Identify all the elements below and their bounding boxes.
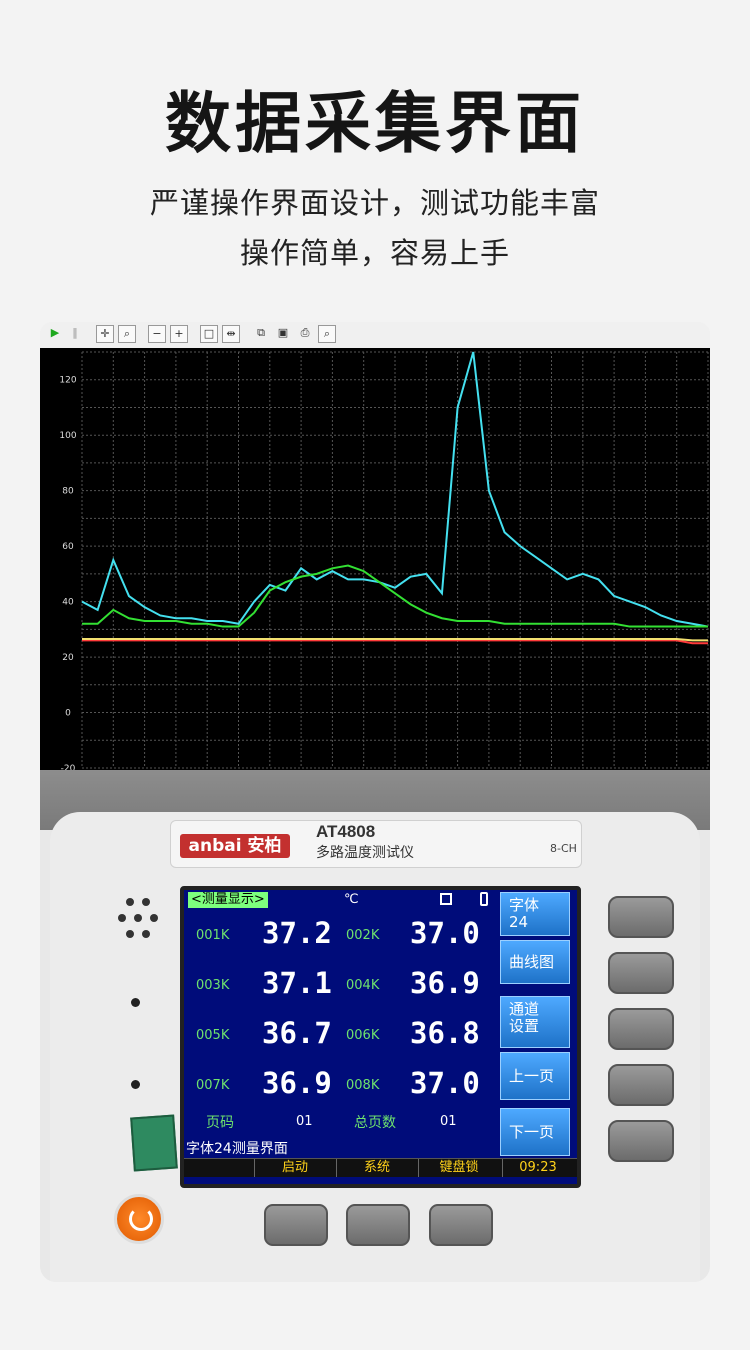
led-indicator <box>131 1080 140 1089</box>
bottom-key-2[interactable] <box>346 1204 410 1246</box>
system-function[interactable]: 系统 <box>336 1159 417 1177</box>
hardware-key-4[interactable] <box>608 1064 674 1106</box>
channel-value: 37.2 <box>262 916 332 950</box>
led-indicator <box>131 998 140 1007</box>
page-value: 01 <box>296 1114 313 1129</box>
total-pages-value: 01 <box>440 1114 457 1129</box>
preview-icon[interactable]: ⌕ <box>318 325 336 343</box>
channel-value: 36.8 <box>410 1016 480 1050</box>
battery-icon <box>480 892 488 906</box>
pause-icon[interactable]: ‖ <box>66 325 84 343</box>
pan-icon[interactable]: ✛ <box>96 325 114 343</box>
hardware-key-3[interactable] <box>608 1008 674 1050</box>
y-tick-label: 80 <box>62 487 74 497</box>
bottom-key-1[interactable] <box>264 1204 328 1246</box>
channel-count: 8-CH <box>550 842 577 855</box>
clock: 09:23 <box>502 1159 573 1177</box>
softkey-channel-setup[interactable]: 通道 设置 <box>500 996 570 1048</box>
model-number: AT4808 <box>316 822 376 841</box>
status-line: 字体24测量界面 <box>186 1141 288 1157</box>
play-icon[interactable]: ▶ <box>46 325 64 343</box>
zoom-area-icon[interactable]: ⌕ <box>118 325 136 343</box>
start-function[interactable]: 启动 <box>254 1159 335 1177</box>
channel-label: 003K <box>196 978 230 993</box>
bottom-key-3[interactable] <box>429 1204 493 1246</box>
hardware-key-1[interactable] <box>608 896 674 938</box>
print-icon[interactable]: ⎙ <box>296 325 314 343</box>
channel-label: 005K <box>196 1028 230 1043</box>
select-icon[interactable]: □ <box>200 325 218 343</box>
total-pages-label: 总页数 <box>354 1115 396 1131</box>
subtitle-line-2: 操作简单，容易上手 <box>239 236 510 270</box>
speaker-grille <box>116 896 160 942</box>
page-label: 页码 <box>206 1115 234 1131</box>
channel-label: 007K <box>196 1078 230 1093</box>
channel-value: 37.1 <box>262 966 332 1000</box>
softkey-next-page[interactable]: 下一页 <box>500 1108 570 1156</box>
brand-logo: anbai 安柏 <box>180 834 290 858</box>
power-button[interactable] <box>114 1194 164 1244</box>
channel-value: 37.0 <box>410 1066 480 1100</box>
instrument-body: anbai 安柏 AT4808 多路温度测试仪 8-CH <测量显示> ℃ 00… <box>40 770 710 1282</box>
channel-value: 37.0 <box>410 916 480 950</box>
channel-label: 008K <box>346 1078 380 1093</box>
copy-icon[interactable]: ⧉ <box>252 325 270 343</box>
y-tick-label: 0 <box>65 709 71 719</box>
y-tick-label: 120 <box>59 376 76 386</box>
function-bar: 启动 系统 键盘锁 09:23 <box>184 1158 577 1177</box>
channel-label: 004K <box>346 978 380 993</box>
channel-value: 36.9 <box>410 966 480 1000</box>
save-icon[interactable]: ▣ <box>274 325 292 343</box>
subtitle-line-1: 严谨操作界面设计，测试功能丰富 <box>149 186 600 220</box>
chart-window: ▶ ‖ ✛ ⌕ − + □ ⇹ ⧉ ▣ ⎙ ⌕ 120 100 80 60 40 20 0-… <box>40 322 710 774</box>
model-name: 多路温度测试仪 <box>316 845 414 861</box>
headline: 数据采集界面 <box>165 85 585 162</box>
chart-svg: 120100806040200-20 <box>59 351 709 774</box>
keylock-function[interactable]: 键盘锁 <box>418 1159 499 1177</box>
disk-icon <box>440 893 452 905</box>
split-icon[interactable]: ⇹ <box>222 325 240 343</box>
channel-value: 36.7 <box>262 1016 332 1050</box>
unit-label: ℃ <box>344 892 359 907</box>
y-tick-label: 40 <box>62 598 74 608</box>
hardware-key-5[interactable] <box>608 1120 674 1162</box>
channel-label: 002K <box>346 928 380 943</box>
hardware-key-2[interactable] <box>608 952 674 994</box>
channel-value: 36.9 <box>262 1066 332 1100</box>
channel-label: 006K <box>346 1028 380 1043</box>
y-tick-label: 20 <box>62 653 74 663</box>
zoom-in-icon[interactable]: + <box>170 325 188 343</box>
zoom-out-icon[interactable]: − <box>148 325 166 343</box>
screen-title: <测量显示> <box>188 892 268 908</box>
softkey-prev-page[interactable]: 上一页 <box>500 1052 570 1100</box>
softkey-curve[interactable]: 曲线图 <box>500 940 570 984</box>
y-tick-label: 60 <box>62 542 74 552</box>
softkey-font[interactable]: 字体 24 <box>500 892 570 936</box>
channel-label: 001K <box>196 928 230 943</box>
temperature-chart: 120 100 80 60 40 20 0 -20 <box>40 348 710 774</box>
power-icon <box>129 1207 153 1231</box>
y-tick-label: 100 <box>59 431 76 441</box>
lcd-screen: <测量显示> ℃ 001K 37.2 002K 37.0 003K 37.1 0… <box>180 886 581 1188</box>
chart-toolbar: ▶ ‖ ✛ ⌕ − + □ ⇹ ⧉ ▣ ⎙ ⌕ <box>40 322 710 349</box>
usb-port <box>130 1114 178 1172</box>
